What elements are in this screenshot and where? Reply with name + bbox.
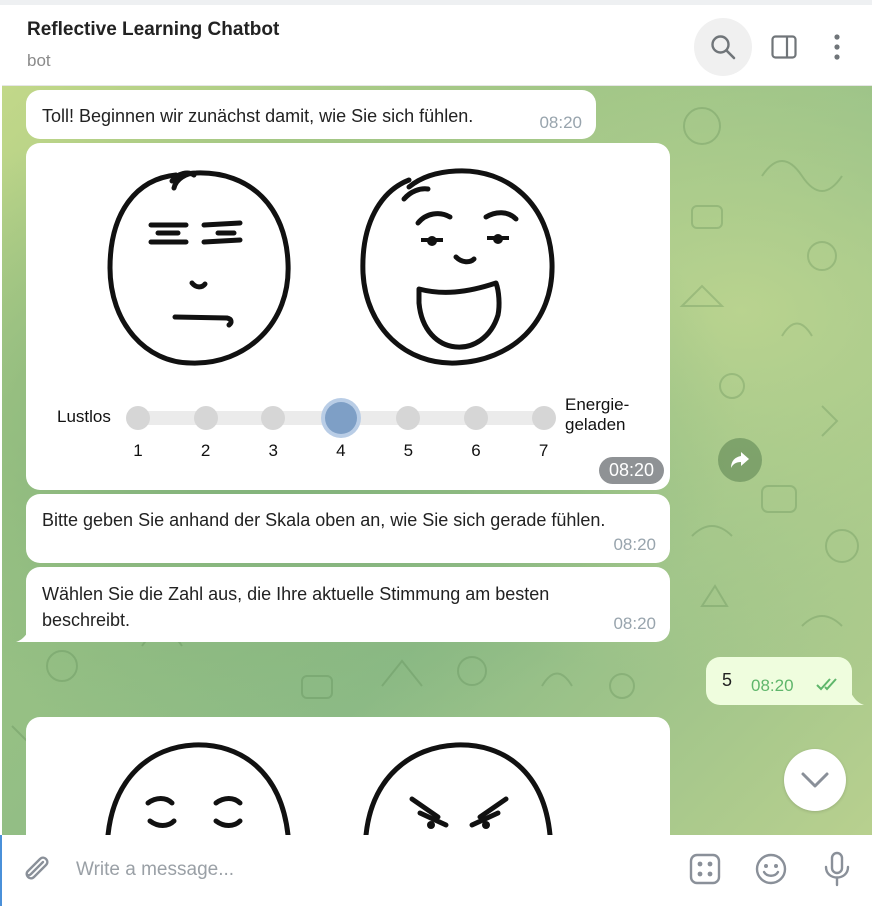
chat-header: Reflective Learning Chatbot bot <box>2 5 872 86</box>
scale-right-label-line1: Energie- <box>565 395 630 414</box>
image-message[interactable] <box>26 717 670 835</box>
message-text: Toll! Beginnen wir zunächst damit, wie S… <box>42 106 474 126</box>
message-time: 08:20 <box>751 676 794 695</box>
scale-right-label-line2: geladen <box>565 415 626 434</box>
microphone-icon <box>824 851 850 887</box>
message-time: 08:20 <box>539 113 582 132</box>
scale-right-label: Energie- geladen <box>565 395 629 435</box>
voice-message-button[interactable] <box>817 849 857 889</box>
message-time: 08:20 <box>613 535 656 554</box>
scale-point <box>261 406 286 430</box>
more-vertical-icon <box>834 34 840 60</box>
scale-number: 3 <box>268 441 278 460</box>
chat-area[interactable]: Toll! Beginnen wir zunächst damit, wie S… <box>2 86 872 835</box>
forward-arrow-icon <box>731 452 749 468</box>
emoji-icon <box>755 853 787 885</box>
message-bubble[interactable]: Bitte geben Sie anhand der Skala oben an… <box>26 494 670 563</box>
message-time: 08:20 <box>613 614 656 633</box>
scale-left-label: Lustlos <box>57 407 111 426</box>
outgoing-message-bubble[interactable]: 5 08:20 <box>706 657 852 705</box>
sidebar-toggle-button[interactable] <box>755 18 813 76</box>
scale-number: 5 <box>403 441 414 460</box>
message-text: Wählen Sie die Zahl aus, die Ihre aktuel… <box>42 584 550 630</box>
read-ticks-icon <box>816 678 837 691</box>
mood-scale-image-partial <box>105 742 553 835</box>
message-text: 5 <box>722 670 733 690</box>
message-bubble[interactable]: Toll! Beginnen wir zunächst damit, wie S… <box>26 90 596 139</box>
chat-title[interactable]: Reflective Learning Chatbot <box>27 19 279 41</box>
mood-scale-image <box>107 168 555 425</box>
image-message[interactable]: Lustlos Energie- geladen 1 2 3 4 5 6 7 08:20 <box>26 143 670 490</box>
attach-icon <box>25 856 49 880</box>
attach-button[interactable] <box>16 849 56 889</box>
scale-number: 6 <box>471 441 481 460</box>
scale-point <box>126 406 150 430</box>
scale-point-selected <box>324 402 357 434</box>
message-input[interactable] <box>74 851 638 889</box>
scale-point <box>531 406 556 430</box>
search-icon <box>711 35 736 60</box>
scale-point <box>193 406 218 430</box>
sidebar-toggle-icon <box>771 35 797 59</box>
bubble-tail <box>16 628 30 642</box>
scale-point <box>464 406 488 430</box>
scale-number: 7 <box>538 441 549 460</box>
more-button[interactable] <box>808 18 866 76</box>
search-button[interactable] <box>694 18 752 76</box>
bubble-tail <box>850 691 864 705</box>
message-composer <box>2 835 872 906</box>
message-text: Bitte geben Sie anhand der Skala oben an… <box>42 510 606 530</box>
emoji-button[interactable] <box>751 849 791 889</box>
commands-icon <box>689 853 721 885</box>
forward-button[interactable] <box>718 438 762 482</box>
chat-subtitle: bot <box>27 51 51 70</box>
bot-commands-button[interactable] <box>685 849 725 889</box>
chevron-down-icon <box>801 772 829 788</box>
scale-number: 1 <box>133 441 143 460</box>
image-time: 08:20 <box>598 457 664 484</box>
message-bubble[interactable]: Wählen Sie die Zahl aus, die Ihre aktuel… <box>26 567 670 642</box>
scale-number: 4 <box>336 441 346 460</box>
scroll-down-button[interactable] <box>784 749 846 811</box>
scale-number: 2 <box>200 441 211 460</box>
